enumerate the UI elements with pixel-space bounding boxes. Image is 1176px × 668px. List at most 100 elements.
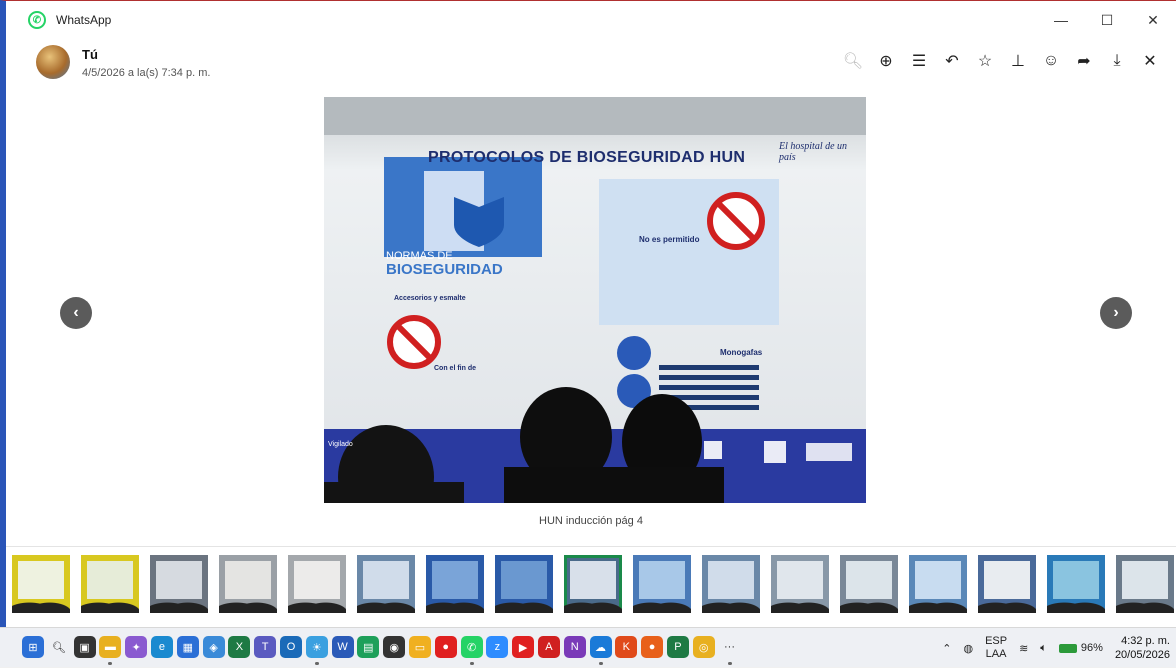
word-icon[interactable]: W (331, 636, 354, 658)
maximize-button[interactable]: ☐ (1084, 1, 1130, 39)
media-thumbnail[interactable] (357, 555, 415, 613)
youtube-icon[interactable]: ▶ (512, 636, 535, 658)
slide-title: PROTOCOLOS DE BIOSEGURIDAD HUN (428, 149, 746, 166)
viewer-toolbar: 🔍︎ ⊕ ☰ ↶ ☆ ⊥ ☺ ➦ ⤓ ✕ (836, 43, 1166, 79)
app-title: WhatsApp (56, 13, 112, 27)
media-thumbnail[interactable] (12, 555, 70, 613)
avatar[interactable] (36, 45, 70, 79)
running-indicator (469, 662, 474, 665)
chrome-icon[interactable]: ◎ (692, 636, 715, 658)
input-language-button[interactable]: ESP LAA (985, 635, 1007, 661)
zoom-in-icon[interactable]: ⊕ (870, 45, 902, 77)
copilot-icon[interactable]: ✦ (125, 636, 148, 658)
star-icon[interactable]: ☆ (969, 45, 1001, 77)
file-explorer-icon[interactable]: ▬ (99, 636, 122, 665)
firefox-icon[interactable]: ● (641, 636, 664, 658)
battery-indicator[interactable]: 96% (1058, 642, 1103, 654)
thumbnail-screen (432, 561, 478, 599)
previous-media-button[interactable]: ‹ (60, 297, 92, 329)
running-indicator (314, 662, 319, 665)
edge-icon[interactable]: e (150, 636, 173, 658)
media-thumbnail[interactable] (288, 555, 346, 613)
project-icon[interactable]: P (666, 636, 689, 658)
thumbnail-screen (294, 561, 340, 599)
media-thumbnail[interactable] (771, 555, 829, 613)
search-icon[interactable]: 🔍︎ (47, 636, 70, 658)
thumbnail-screen (639, 561, 685, 599)
thumbnail-audience (357, 595, 415, 613)
media-thumbnail[interactable] (495, 555, 553, 613)
thumbnail-audience (12, 595, 70, 613)
photos-icon[interactable]: ◈ (202, 636, 225, 658)
more-icon[interactable]: ··· (718, 636, 741, 665)
thumbnail-audience (219, 595, 277, 613)
next-media-button[interactable]: › (1100, 297, 1132, 329)
language-code: ESP (985, 635, 1008, 647)
start-icon[interactable]: ⊞ (22, 636, 44, 658)
whatsapp-window: ✆ WhatsApp — ☐ ✕ Tú 4/5/2026 a la(s) 7:3… (0, 0, 1176, 627)
clock[interactable]: 4:32 p. m. 20/05/2026 (1115, 634, 1170, 662)
media-caption: HUN inducción pág 4 (539, 515, 643, 527)
media-thumbnail[interactable] (150, 555, 208, 613)
close-icon[interactable]: ✕ (1134, 45, 1166, 77)
media-thumbnail[interactable] (840, 555, 898, 613)
close-window-button[interactable]: ✕ (1130, 1, 1176, 39)
whatsapp-icon[interactable]: ✆ (460, 636, 483, 665)
record-icon[interactable]: ● (434, 636, 457, 658)
outlook-icon[interactable]: O (279, 636, 302, 658)
slide-normas-line2: BIOSEGURIDAD (386, 261, 503, 278)
title-bar: ✆ WhatsApp — ☐ ✕ (6, 1, 1176, 39)
battery-icon (1058, 643, 1077, 653)
thumbnail-audience (150, 595, 208, 613)
details-icon[interactable]: ☰ (903, 45, 935, 77)
thumbnail-audience (495, 595, 553, 613)
media-thumbnail[interactable] (219, 555, 277, 613)
thumbnail-audience (1116, 595, 1174, 613)
thumbnail-audience (978, 595, 1036, 613)
media-thumbnail[interactable] (978, 555, 1036, 613)
kahoot-icon[interactable]: K (615, 636, 638, 658)
show-hidden-icons-button[interactable]: ⌃ (942, 642, 951, 655)
download-icon[interactable]: ⤓ (1101, 45, 1133, 77)
media-thumbnail[interactable] (633, 555, 691, 613)
reply-icon[interactable]: ↶ (936, 45, 968, 77)
pin-icon[interactable]: ⊥ (1002, 45, 1034, 77)
slide-vigilado: Vigilado (328, 441, 353, 448)
forward-icon[interactable]: ➦ (1068, 45, 1100, 77)
onedrive-icon[interactable]: ☁ (589, 636, 612, 665)
media-thumbnail[interactable] (1116, 555, 1174, 613)
media-thumbnail[interactable] (1047, 555, 1105, 613)
acrobat-icon[interactable]: A (537, 636, 560, 658)
wifi-icon[interactable]: ≋ (1019, 642, 1028, 655)
zoom-icon[interactable]: z (486, 636, 509, 658)
running-indicator (598, 662, 603, 665)
network-status-icon[interactable]: ◍ (963, 642, 973, 655)
notes-icon[interactable]: ▭ (408, 636, 431, 658)
media-stage: ‹ PROTOCOLOS DE BIOSEGURIDAD HUN El hosp… (6, 91, 1176, 541)
media-thumbnail[interactable] (702, 555, 760, 613)
thumbnail-audience (909, 595, 967, 613)
media-thumbnail[interactable] (426, 555, 484, 613)
minimize-button[interactable]: — (1038, 1, 1084, 39)
media-thumbnail[interactable] (81, 555, 139, 613)
thumbnail-screen (984, 561, 1030, 599)
thumbnail-audience (771, 595, 829, 613)
excel-icon[interactable]: X (228, 636, 251, 658)
react-icon[interactable]: ☺ (1035, 45, 1067, 77)
media-thumbnail[interactable] (909, 555, 967, 613)
thumbnail-audience (288, 595, 346, 613)
weather-icon[interactable]: ☀ (305, 636, 328, 665)
thumbnail-screen (777, 561, 823, 599)
whatsapp-logo-icon: ✆ (28, 11, 46, 29)
task-view-icon[interactable]: ▣ (73, 636, 96, 658)
thumbnail-screen (1122, 561, 1168, 599)
teams-icon[interactable]: T (254, 636, 277, 658)
camera-icon[interactable]: ◉ (383, 636, 406, 658)
sheets-icon[interactable]: ▤ (357, 636, 380, 658)
thumbnail-screen (846, 561, 892, 599)
volume-icon[interactable]: 🔈︎ (1040, 642, 1047, 655)
running-indicator (108, 662, 113, 665)
media-thumbnail[interactable] (564, 555, 622, 613)
onenote-icon[interactable]: N (563, 636, 586, 658)
store-icon[interactable]: ▦ (176, 636, 199, 658)
